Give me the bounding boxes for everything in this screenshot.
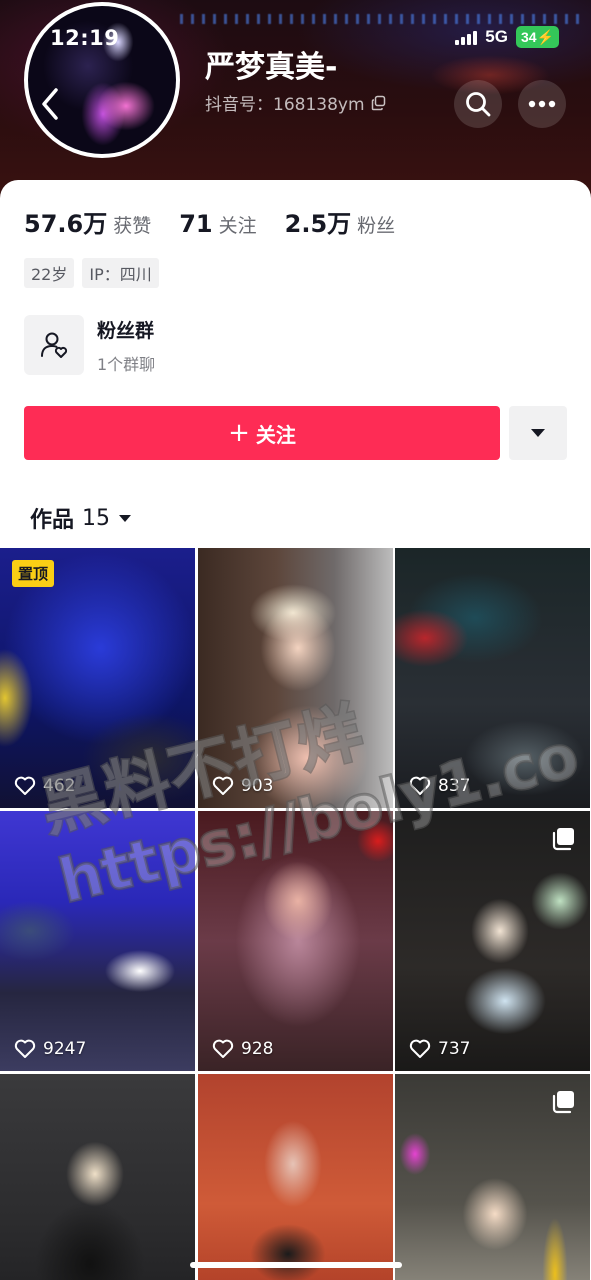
like-count: 903	[212, 776, 273, 796]
heart-icon	[14, 776, 36, 795]
caret-down-icon	[531, 429, 545, 437]
status-icons: 5G 34⚡	[455, 26, 559, 48]
stat-label: 粉丝	[357, 215, 396, 237]
heart-icon	[409, 776, 431, 795]
search-icon	[466, 92, 491, 117]
like-count-value: 9247	[43, 1039, 87, 1059]
like-count: 837	[409, 776, 470, 796]
stat-value: 71	[179, 210, 213, 238]
tab-works[interactable]: 作品 15	[30, 502, 132, 534]
battery-level: 34	[520, 29, 537, 45]
nickname: 严梦真美-	[205, 50, 338, 85]
home-indicator[interactable]	[190, 1262, 402, 1268]
like-count-value: 837	[438, 776, 471, 796]
heart-icon	[409, 1039, 431, 1058]
like-count-value: 903	[241, 776, 274, 796]
age-tag: 22岁	[24, 258, 75, 288]
video-tile[interactable]	[198, 1074, 393, 1280]
video-tile[interactable]: 837	[395, 548, 590, 808]
profile-tags: 22岁 IP：四川	[24, 258, 159, 288]
like-count-value: 737	[438, 1039, 471, 1059]
chevron-left-icon	[42, 88, 58, 120]
follow-label: 关注	[255, 422, 296, 447]
like-count: 737	[409, 1039, 470, 1059]
banner-lights	[180, 14, 580, 24]
like-count: 462	[14, 776, 75, 796]
works-count: 15	[82, 505, 111, 531]
stat-value: 57.6万	[24, 210, 108, 238]
stat-label: 关注	[218, 215, 257, 237]
stat-following[interactable]: 71 关注	[179, 210, 256, 238]
recommend-dropdown-button[interactable]	[509, 406, 567, 460]
video-tile[interactable]: 737	[395, 811, 590, 1071]
multi-image-icon	[552, 828, 574, 851]
network-type: 5G	[485, 27, 508, 46]
fan-group-entry[interactable]: 粉丝群 1个群聊	[24, 315, 155, 375]
charging-icon: ⚡	[536, 29, 554, 45]
multi-image-icon	[552, 1091, 574, 1114]
ip-location-tag: IP：四川	[82, 258, 159, 288]
stat-value: 2.5万	[284, 210, 352, 238]
search-button[interactable]	[454, 80, 502, 128]
douyin-id-row[interactable]: 抖音号：168138ym	[205, 90, 387, 115]
stat-followers[interactable]: 2.5万 粉丝	[285, 204, 396, 239]
copy-icon[interactable]	[371, 95, 387, 111]
signal-icon	[455, 29, 478, 45]
works-label: 作品	[30, 508, 75, 533]
like-count-value: 462	[43, 776, 76, 796]
video-tile[interactable]: 903	[198, 548, 393, 808]
video-tile[interactable]: 9247	[0, 811, 195, 1071]
stats-row: 57.6万 获赞 71 关注 2.5万 粉丝	[24, 204, 395, 239]
battery-icon: 34⚡	[515, 26, 559, 48]
video-tile[interactable]: 置顶 462	[0, 548, 195, 808]
heart-icon	[14, 1039, 36, 1058]
like-count: 928	[212, 1039, 273, 1059]
like-count: 9247	[14, 1039, 86, 1059]
status-time: 12:19	[50, 26, 120, 50]
video-tile[interactable]: 928	[198, 811, 393, 1071]
more-button[interactable]	[518, 80, 566, 128]
like-count-value: 928	[241, 1039, 274, 1059]
stat-label: 获赞	[113, 215, 152, 237]
video-tile[interactable]	[395, 1074, 590, 1280]
stat-likes[interactable]: 57.6万 获赞	[24, 204, 151, 239]
fan-group-text: 粉丝群 1个群聊	[97, 316, 155, 375]
group-heart-icon	[41, 332, 68, 358]
follow-button[interactable]: + 关注	[24, 406, 500, 460]
back-button[interactable]	[36, 84, 66, 124]
caret-down-icon	[119, 514, 132, 522]
fan-group-title: 粉丝群	[97, 319, 155, 342]
pinned-badge: 置顶	[12, 560, 55, 587]
more-dots-icon	[528, 100, 556, 108]
heart-icon	[212, 1039, 234, 1058]
plus-icon: +	[228, 418, 250, 448]
fan-group-subtitle: 1个群聊	[97, 354, 156, 374]
fan-group-icon-box	[24, 315, 84, 375]
video-tile[interactable]	[0, 1074, 195, 1280]
heart-icon	[212, 776, 234, 795]
douyin-id: 抖音号：168138ym	[205, 95, 365, 115]
